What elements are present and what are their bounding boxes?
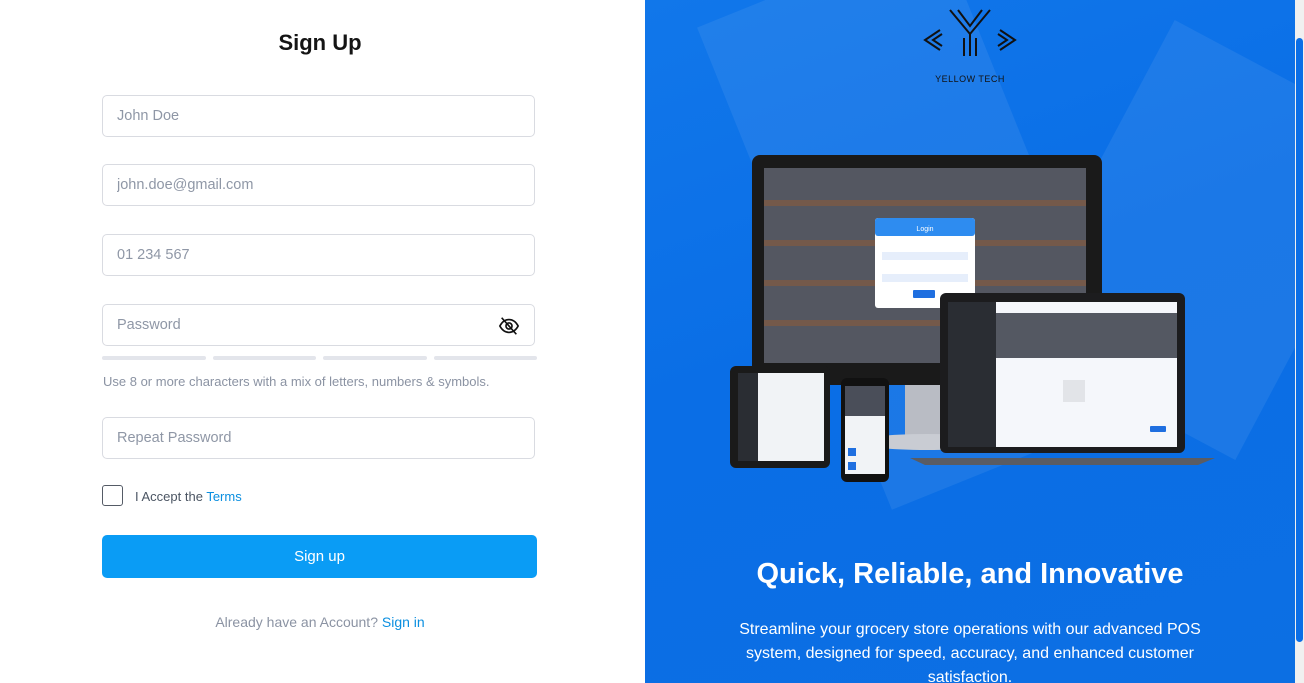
accept-text: I Accept the bbox=[135, 489, 203, 504]
yellow-tech-logo bbox=[923, 9, 1017, 56]
repeat-password-input[interactable] bbox=[102, 417, 535, 459]
password-hint: Use 8 or more characters with a mix of l… bbox=[103, 374, 490, 389]
eye-off-icon[interactable] bbox=[498, 315, 520, 337]
signup-panel: Sign Up Use 8 or more characters with a … bbox=[0, 0, 645, 683]
pos-devices-illustration: Login bbox=[730, 155, 1215, 482]
full-name-input[interactable] bbox=[102, 95, 535, 137]
accept-terms-checkbox[interactable] bbox=[102, 485, 123, 506]
strength-segment bbox=[102, 356, 206, 360]
promo-panel: YELLOW TECH Login Quick, Reliable, and I… bbox=[645, 0, 1295, 683]
accept-terms-label: I Accept the Terms bbox=[135, 489, 242, 504]
logo-text: YELLOW TECH bbox=[935, 74, 1005, 84]
terms-link[interactable]: Terms bbox=[206, 489, 241, 504]
strength-segment bbox=[323, 356, 427, 360]
phone-input[interactable] bbox=[102, 234, 535, 276]
scrollbar[interactable] bbox=[1295, 0, 1304, 683]
signup-button[interactable]: Sign up bbox=[102, 535, 537, 578]
scrollbar-thumb[interactable] bbox=[1296, 38, 1303, 642]
signin-prompt: Already have an Account? Sign in bbox=[0, 614, 640, 630]
signin-link[interactable]: Sign in bbox=[382, 614, 425, 630]
mockup-login-title: Login bbox=[916, 226, 933, 233]
already-account-text: Already have an Account? bbox=[215, 614, 378, 630]
promo-headline: Quick, Reliable, and Innovative bbox=[756, 558, 1184, 590]
strength-segment bbox=[433, 356, 537, 360]
promo-description: Streamline your grocery store operations… bbox=[739, 621, 1201, 683]
page-title: Sign Up bbox=[278, 30, 362, 55]
password-strength-meter bbox=[102, 356, 537, 360]
email-input[interactable] bbox=[102, 164, 535, 206]
password-input[interactable] bbox=[102, 304, 535, 346]
strength-segment bbox=[212, 356, 316, 360]
